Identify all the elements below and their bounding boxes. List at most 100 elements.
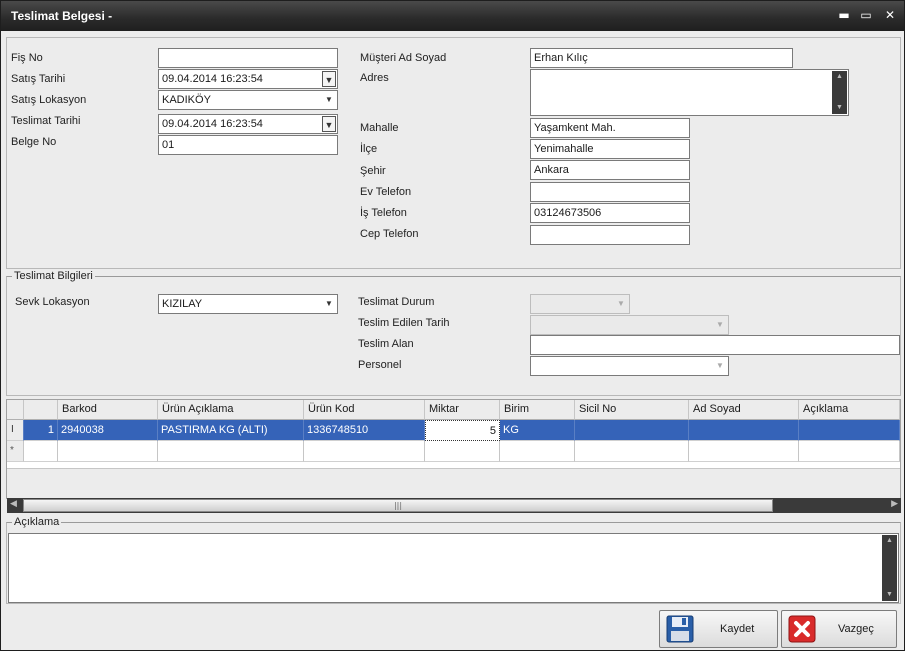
adres-label: Adres — [360, 72, 389, 84]
chevron-down-icon[interactable]: ▼ — [322, 296, 336, 312]
scroll-thumb[interactable]: ||| — [23, 499, 773, 512]
scroll-right-icon[interactable]: ▶ — [891, 499, 898, 509]
personel-label: Personel — [358, 359, 402, 371]
teslim-edilen-tarih-label: Teslim Edilen Tarih — [358, 317, 450, 329]
teslimat-durum-select[interactable]: ▼ — [530, 294, 630, 314]
adres-scrollbar[interactable]: ▲ ▼ — [832, 71, 847, 114]
cell-no[interactable]: 1 — [24, 420, 58, 441]
fis-no-input[interactable] — [158, 48, 338, 68]
cep-telefon-input[interactable] — [530, 225, 690, 245]
grid-header-barkod[interactable]: Barkod — [58, 400, 158, 420]
grid-corner — [7, 400, 24, 420]
chevron-down-icon[interactable]: ▼ — [322, 116, 336, 132]
teslimat-tarihi-value: 09.04.2014 16:23:54 — [162, 118, 263, 130]
cell-urun-aciklama[interactable]: PASTIRMA KG (ALTI) — [158, 420, 304, 441]
cell-miktar-editor[interactable]: 5 — [425, 420, 500, 441]
cell-barkod[interactable]: 2940038 — [58, 420, 158, 441]
cell-urun-kod[interactable]: 1336748510 — [304, 420, 425, 441]
fis-no-label: Fiş No — [11, 52, 43, 64]
cep-telefon-label: Cep Telefon — [360, 228, 419, 240]
save-button[interactable]: Kaydet — [659, 610, 778, 648]
new-cell[interactable] — [58, 441, 158, 462]
grid-footer — [7, 468, 900, 498]
teslim-alan-label: Teslim Alan — [358, 338, 414, 350]
grid-header-miktar[interactable]: Miktar — [425, 400, 500, 420]
ev-telefon-input[interactable] — [530, 182, 690, 202]
sevk-lokasyon-label: Sevk Lokasyon — [15, 296, 90, 308]
cell-sicil-no[interactable] — [575, 420, 689, 441]
mahalle-label: Mahalle — [360, 122, 399, 134]
scroll-up-icon[interactable]: ▲ — [882, 535, 897, 547]
new-cell[interactable] — [304, 441, 425, 462]
satis-lokasyon-label: Satış Lokasyon — [11, 94, 87, 106]
scroll-left-icon[interactable]: ◀ — [10, 499, 17, 509]
sevk-lokasyon-select[interactable]: KIZILAY ▼ — [158, 294, 338, 314]
teslimat-durum-label: Teslimat Durum — [358, 296, 435, 308]
teslim-edilen-tarih-picker[interactable]: ▼ — [530, 315, 729, 335]
grid-header-birim[interactable]: Birim — [500, 400, 575, 420]
new-cell[interactable] — [158, 441, 304, 462]
adres-textarea[interactable]: ▲ ▼ — [530, 69, 849, 116]
satis-tarihi-picker[interactable]: 09.04.2014 16:23:54 ▼ — [158, 69, 338, 89]
is-telefon-label: İş Telefon — [360, 207, 407, 219]
ilce-input[interactable]: Yenimahalle — [530, 139, 690, 159]
minimize-icon[interactable]: ▬ — [837, 8, 851, 22]
teslimat-tarihi-label: Teslimat Tarihi — [11, 115, 81, 127]
delivery-window: Teslimat Belgesi - ▬ ▭ ✕ Fiş No Satış Ta… — [0, 0, 905, 651]
scroll-down-icon[interactable]: ▼ — [882, 589, 897, 601]
teslim-alan-input[interactable] — [530, 335, 900, 355]
grid-horizontal-scrollbar[interactable]: ◀ ||| ▶ — [7, 498, 901, 513]
cancel-button[interactable]: Vazgeç — [781, 610, 897, 648]
notes-scrollbar[interactable]: ▲ ▼ — [882, 535, 897, 601]
satis-tarihi-label: Satış Tarihi — [11, 73, 66, 85]
satis-tarihi-value: 09.04.2014 16:23:54 — [162, 73, 263, 85]
scroll-down-icon[interactable]: ▼ — [832, 102, 847, 114]
ilce-label: İlçe — [360, 143, 378, 155]
belge-no-label: Belge No — [11, 136, 57, 148]
ev-telefon-label: Ev Telefon — [360, 186, 412, 198]
red-x-icon — [788, 615, 816, 643]
teslimat-tarihi-picker[interactable]: 09.04.2014 16:23:54 ▼ — [158, 114, 338, 134]
sehir-input[interactable]: Ankara — [530, 160, 690, 180]
cell-ad-soyad[interactable] — [689, 420, 799, 441]
new-cell[interactable] — [799, 441, 900, 462]
grid-header-no — [24, 400, 58, 420]
grid-header-ad-soyad[interactable]: Ad Soyad — [689, 400, 799, 420]
cell-birim[interactable]: KG — [500, 420, 575, 441]
new-cell[interactable] — [689, 441, 799, 462]
new-cell[interactable] — [575, 441, 689, 462]
is-telefon-input[interactable]: 03124673506 — [530, 203, 690, 223]
mahalle-input[interactable]: Yaşamkent Mah. — [530, 118, 690, 138]
satis-lokasyon-value: KADIKÖY — [162, 94, 211, 106]
chevron-down-icon[interactable]: ▼ — [322, 92, 336, 108]
grid-header-aciklama[interactable]: Açıklama — [799, 400, 900, 420]
grid-header-sicil-no[interactable]: Sicil No — [575, 400, 689, 420]
chevron-down-icon[interactable]: ▼ — [322, 71, 336, 87]
product-grid[interactable]: Barkod Ürün Açıklama Ürün Kod Miktar Bir… — [6, 399, 901, 499]
chevron-down-icon[interactable]: ▼ — [713, 358, 727, 374]
grid-header-urun-kod[interactable]: Ürün Kod — [304, 400, 425, 420]
sevk-lokasyon-value: KIZILAY — [162, 298, 203, 310]
window-title: Teslimat Belgesi - — [11, 9, 113, 23]
row-indicator-icon: I — [7, 420, 24, 441]
musteri-ad-input[interactable]: Erhan Kılıç — [530, 48, 793, 68]
scroll-up-icon[interactable]: ▲ — [832, 71, 847, 83]
close-icon[interactable]: ✕ — [883, 8, 897, 22]
notes-group-title: Açıklama — [12, 516, 62, 528]
personel-select[interactable]: ▼ — [530, 356, 729, 376]
maximize-icon[interactable]: ▭ — [859, 8, 873, 22]
musteri-ad-label: Müşteri Ad Soyad — [360, 52, 447, 64]
chevron-down-icon[interactable]: ▼ — [713, 317, 727, 333]
new-cell[interactable] — [24, 441, 58, 462]
grid-header-urun-aciklama[interactable]: Ürün Açıklama — [158, 400, 304, 420]
save-button-label: Kaydet — [720, 623, 755, 635]
delivery-group-title: Teslimat Bilgileri — [12, 270, 95, 282]
new-cell[interactable] — [500, 441, 575, 462]
new-cell[interactable] — [425, 441, 500, 462]
satis-lokasyon-select[interactable]: KADIKÖY ▼ — [158, 90, 338, 110]
belge-no-input[interactable]: 01 — [158, 135, 338, 155]
notes-textarea[interactable]: ▲ ▼ — [8, 533, 899, 603]
chevron-down-icon[interactable]: ▼ — [614, 296, 628, 312]
cell-aciklama[interactable] — [799, 420, 900, 441]
cancel-button-label: Vazgeç — [838, 623, 874, 635]
